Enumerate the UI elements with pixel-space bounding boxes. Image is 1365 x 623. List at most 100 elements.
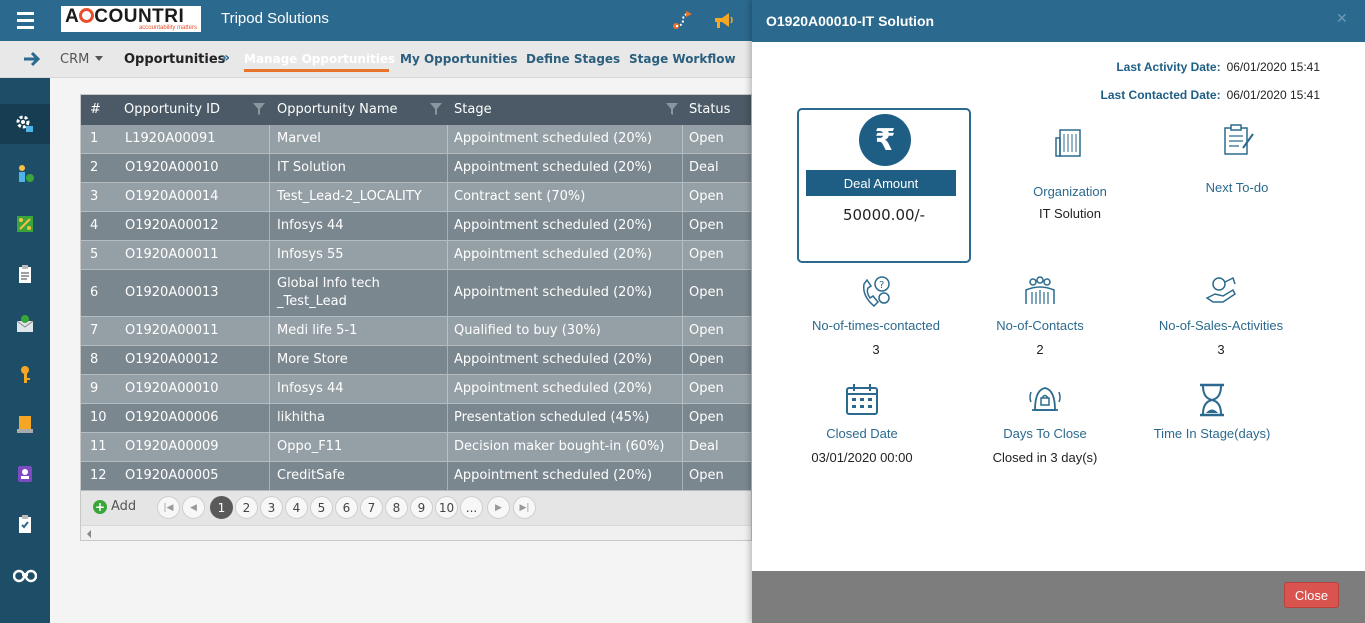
tab-define-stages[interactable]: Define Stages [526,52,620,66]
opportunity-id: O1920A00011 [125,247,219,262]
table-row[interactable]: 7 O1920A00011 Medi life 5-1 Qualified to… [81,317,751,346]
svg-text:?: ? [879,280,884,291]
opportunity-id: L1920A00091 [125,131,216,146]
binoculars-icon[interactable] [0,554,50,594]
last-activity-label: Last Activity Date: [1116,60,1221,74]
opportunity-stage: Presentation scheduled (45%) [454,410,650,425]
sales-activities-stat: No-of-Sales-Activities 3 [1136,274,1306,357]
grid-header: # Opportunity ID Opportunity Name Stage … [81,95,751,125]
table-row[interactable]: 1 L1920A00091 Marvel Appointment schedul… [81,125,751,154]
breadcrumb[interactable]: Opportunities [124,52,225,67]
opportunity-status: Open [689,468,724,483]
table-row[interactable]: 4 O1920A00012 Infosys 44 Appointment sch… [81,212,751,241]
table-row[interactable]: 2 O1920A00010 IT Solution Appointment sc… [81,154,751,183]
opportunity-id: O1920A00012 [125,352,219,367]
arrow-right-icon[interactable] [22,49,42,69]
page-button[interactable]: 10 [435,496,458,519]
prev-page-button[interactable]: ◀ [182,496,205,519]
opportunity-stage: Decision maker bought-in (60%) [454,439,665,454]
contacts-group-icon [1025,276,1055,304]
filter-icon[interactable] [666,103,678,115]
last-contacted-label: Last Contacted Date: [1100,88,1221,102]
key-icon[interactable] [0,354,50,394]
id-badge-icon[interactable] [0,454,50,494]
tab-manage-opportunities[interactable]: Manage Opportunities [244,52,395,66]
close-icon[interactable]: ✕ [1336,11,1348,27]
table-row[interactable]: 5 O1920A00011 Infosys 55 Appointment sch… [81,241,751,270]
navigation-tabs: CRM Opportunities » Manage Opportunities… [0,41,752,78]
table-row[interactable]: 6 O1920A00013 Global Info tech _Test_Lea… [81,270,751,317]
megaphone-icon[interactable] [712,9,734,31]
opportunity-name: Infosys 44 [277,381,344,396]
scroll-left-icon[interactable] [87,530,91,538]
row-number: 3 [90,189,99,204]
table-row[interactable]: 12 O1920A00005 CreditSafe Appointment sc… [81,462,751,491]
page-button[interactable]: 2 [235,496,258,519]
table-row[interactable]: 9 O1920A00010 Infosys 44 Appointment sch… [81,375,751,404]
column-header-stage[interactable]: Stage [454,102,492,117]
more-pages-button[interactable]: ... [460,496,483,519]
panel-header: O1920A00010-IT Solution ✕ [752,0,1365,42]
pagination-bar: + Add |◀ ◀ 1 2 3 4 5 6 7 8 9 10 ... ▶ ▶| [81,491,751,525]
next-page-button[interactable]: ▶ [487,496,510,519]
percentage-icon[interactable] [0,204,50,244]
column-header-number[interactable]: # [90,102,101,117]
page-button[interactable]: 9 [410,496,433,519]
opportunity-id: O1920A00005 [125,468,219,483]
user-money-icon[interactable] [0,154,50,194]
opportunity-name: Marvel [277,131,321,146]
opportunity-status: Open [689,218,724,233]
table-row[interactable]: 3 O1920A00014 Test_Lead-2_LOCALITY Contr… [81,183,751,212]
opportunity-id: O1920A00011 [125,323,219,338]
opportunity-status: Deal [689,439,719,454]
module-dropdown[interactable]: CRM [60,52,104,67]
page-button[interactable]: 6 [335,496,358,519]
map-route-icon[interactable] [671,9,693,31]
clipboard-icon[interactable] [0,254,50,294]
closed-date-stat: Closed Date 03/01/2020 00:00 [777,382,947,465]
opportunity-stage: Appointment scheduled (20%) [454,247,653,262]
next-todo-stat[interactable]: Next To-do [1152,122,1322,195]
opportunity-name: Test_Lead-2_LOCALITY [277,189,422,204]
sidebar [0,78,50,623]
archive-icon[interactable] [0,404,50,444]
row-number: 1 [90,131,99,146]
page-button[interactable]: 1 [210,496,233,519]
opportunity-id: O1920A00014 [125,189,219,204]
checklist-icon[interactable] [0,504,50,544]
page-button[interactable]: 7 [360,496,383,519]
last-page-button[interactable]: ▶| [513,496,536,519]
row-number: 5 [90,247,99,262]
filter-icon[interactable] [430,103,442,115]
tab-my-opportunities[interactable]: My Opportunities [400,52,518,66]
tab-stage-workflow[interactable]: Stage Workflow [629,52,736,66]
close-button[interactable]: Close [1284,582,1339,608]
opportunity-detail-panel: O1920A00010-IT Solution ✕ Last Activity … [752,0,1365,623]
column-header-opportunity-id[interactable]: Opportunity ID [124,102,220,117]
table-row[interactable]: 11 O1920A00009 Oppo_F11 Decision maker b… [81,433,751,462]
panel-footer: Close [752,571,1365,623]
page-button[interactable]: 4 [285,496,308,519]
column-header-status[interactable]: Status [689,102,730,117]
plus-icon: + [93,499,107,514]
opportunity-name: Infosys 44 [277,218,344,233]
hamburger-icon[interactable] [0,0,50,41]
settings-icon[interactable] [0,104,50,144]
active-tab-indicator [244,69,389,72]
money-envelope-icon[interactable] [0,304,50,344]
table-row[interactable]: 8 O1920A00012 More Store Appointment sch… [81,346,751,375]
table-row[interactable]: 10 O1920A00006 likhitha Presentation sch… [81,404,751,433]
page-button[interactable]: 8 [385,496,408,519]
horizontal-scrollbar[interactable] [81,525,751,540]
organization-value: IT Solution [1039,206,1101,221]
filter-icon[interactable] [253,103,265,115]
page-button[interactable]: 3 [260,496,283,519]
page-button[interactable]: 5 [310,496,333,519]
accountri-logo[interactable]: A COUNTRI accountability matters [61,6,201,32]
column-header-opportunity-name[interactable]: Opportunity Name [277,102,398,117]
top-header: A COUNTRI accountability matters Tripod S… [0,0,752,41]
row-number: 4 [90,218,99,233]
add-button[interactable]: + Add [93,499,136,514]
next-todo-label: Next To-do [1205,180,1269,195]
first-page-button[interactable]: |◀ [157,496,180,519]
